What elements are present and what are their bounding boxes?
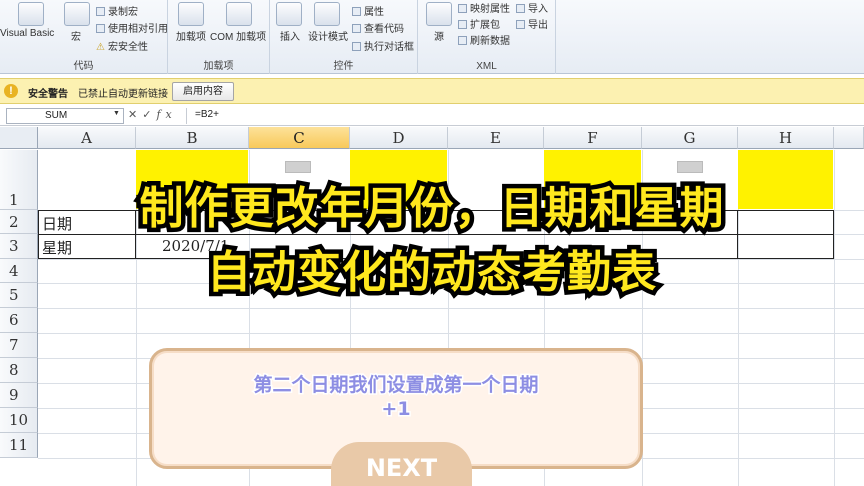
column-header-h[interactable]: H	[738, 127, 834, 149]
security-warning-bar: ! 安全警告 已禁止自动更新链接 启用内容	[0, 78, 864, 104]
ribbon-developer-tab: Visual Basic 宏 录制宏 使用相对引用 ⚠ 宏安全性 代码 加载项 C…	[0, 0, 864, 74]
macro-security-button[interactable]: ⚠ 宏安全性	[96, 38, 148, 53]
row-header-9[interactable]: 9	[0, 383, 38, 408]
insert-control-icon	[276, 2, 302, 26]
column-header-d[interactable]: D	[350, 127, 448, 149]
addins-button[interactable]: 加载项	[176, 28, 206, 43]
ribbon-group-controls: 插入 设计模式 属性 查看代码 执行对话框 控件	[270, 0, 418, 74]
column-header-e[interactable]: E	[448, 127, 544, 149]
macros-button[interactable]: 宏	[71, 28, 81, 43]
gridline-h	[38, 308, 864, 309]
column-header-overflow[interactable]	[834, 127, 864, 149]
properties-button[interactable]: 属性	[352, 3, 384, 18]
next-button[interactable]: NEXT	[331, 442, 472, 486]
addins-group-label: 加载项	[203, 61, 234, 72]
properties-icon	[352, 7, 361, 16]
video-title-line1: 制作更改年月份，日期和星期	[135, 179, 728, 239]
export-button[interactable]: 导出	[516, 16, 548, 31]
run-dialog-icon	[352, 42, 361, 51]
column-header-f[interactable]: F	[544, 127, 642, 149]
view-code-icon	[352, 24, 361, 33]
instruction-text: 第二个日期我们设置成第一个日期 +1	[152, 373, 640, 422]
record-macro-icon	[96, 7, 105, 16]
security-warning-title: 安全警告	[28, 89, 68, 100]
formula-buttons: ✕✓fx	[128, 108, 182, 124]
ribbon-group-addins: 加载项 COM 加载项 加载项	[168, 0, 270, 74]
expansion-pack-button[interactable]: 扩展包	[458, 16, 500, 31]
export-icon	[516, 20, 525, 29]
xml-group-label: XML	[476, 61, 497, 72]
row-header-10[interactable]: 10	[0, 408, 38, 433]
refresh-icon	[458, 36, 467, 45]
relative-reference-button[interactable]: 使用相对引用	[96, 20, 168, 35]
relative-reference-icon	[96, 24, 105, 33]
record-macro-button[interactable]: 录制宏	[96, 3, 138, 18]
row-header-8[interactable]: 8	[0, 358, 38, 383]
column-header-a[interactable]: A	[38, 127, 136, 149]
map-properties-icon	[458, 4, 467, 13]
cancel-icon[interactable]: ✕	[128, 109, 142, 121]
map-properties-button[interactable]: 映射属性	[458, 0, 510, 15]
xml-source-button[interactable]: 源	[434, 28, 444, 43]
macros-icon	[64, 2, 90, 26]
addins-icon	[178, 2, 204, 26]
controls-group-label: 控件	[333, 61, 354, 72]
visual-basic-button[interactable]: Visual Basic	[0, 28, 54, 39]
insert-control-button[interactable]: 插入	[280, 28, 300, 43]
refresh-data-button[interactable]: 刷新数据	[458, 32, 510, 47]
instruction-line2: +1	[380, 397, 412, 422]
visual-basic-icon	[18, 2, 44, 26]
ribbon-group-xml: 源 映射属性 扩展包 刷新数据 导入 导出 XML	[418, 0, 556, 74]
formula-input[interactable]: =B2+	[186, 108, 862, 124]
import-icon	[516, 4, 525, 13]
com-addins-icon	[226, 2, 252, 26]
column-header-g[interactable]: G	[642, 127, 738, 149]
row-header-11[interactable]: 11	[0, 433, 38, 458]
view-code-button[interactable]: 查看代码	[352, 20, 404, 35]
name-box-dropdown-icon[interactable]: ▼	[113, 110, 120, 117]
column-header-c[interactable]: C	[249, 127, 350, 149]
column-header-b[interactable]: B	[136, 127, 249, 149]
video-title-line2: 自动变化的动态考勤表	[203, 243, 661, 303]
insert-function-icon[interactable]: fx	[156, 108, 176, 121]
ribbon-group-code: Visual Basic 宏 录制宏 使用相对引用 ⚠ 宏安全性 代码	[0, 0, 168, 74]
code-group-label: 代码	[73, 61, 94, 72]
import-button[interactable]: 导入	[516, 0, 548, 15]
design-mode-icon	[314, 2, 340, 26]
com-addins-button[interactable]: COM 加载项	[210, 28, 266, 43]
formula-bar: SUM ▼ ✕✓fx =B2+	[0, 107, 864, 126]
enable-content-button[interactable]: 启用内容	[172, 82, 234, 101]
instruction-line1: 第二个日期我们设置成第一个日期	[252, 373, 540, 398]
gridline-h	[38, 333, 864, 334]
select-all-corner[interactable]	[0, 127, 38, 149]
security-warning-message: 已禁止自动更新链接	[78, 89, 168, 100]
warning-icon: ⚠	[96, 42, 105, 53]
row-header-6[interactable]: 6	[0, 308, 38, 333]
run-dialog-button[interactable]: 执行对话框	[352, 38, 414, 53]
excel-window: Visual Basic 宏 录制宏 使用相对引用 ⚠ 宏安全性 代码 加载项 C…	[0, 0, 864, 486]
row-header-7[interactable]: 7	[0, 333, 38, 358]
warning-icon: !	[4, 84, 18, 98]
name-box[interactable]: SUM	[6, 108, 124, 124]
xml-source-icon	[426, 2, 452, 26]
confirm-icon[interactable]: ✓	[142, 109, 156, 121]
design-mode-button[interactable]: 设计模式	[308, 28, 348, 43]
expansion-pack-icon	[458, 20, 467, 29]
